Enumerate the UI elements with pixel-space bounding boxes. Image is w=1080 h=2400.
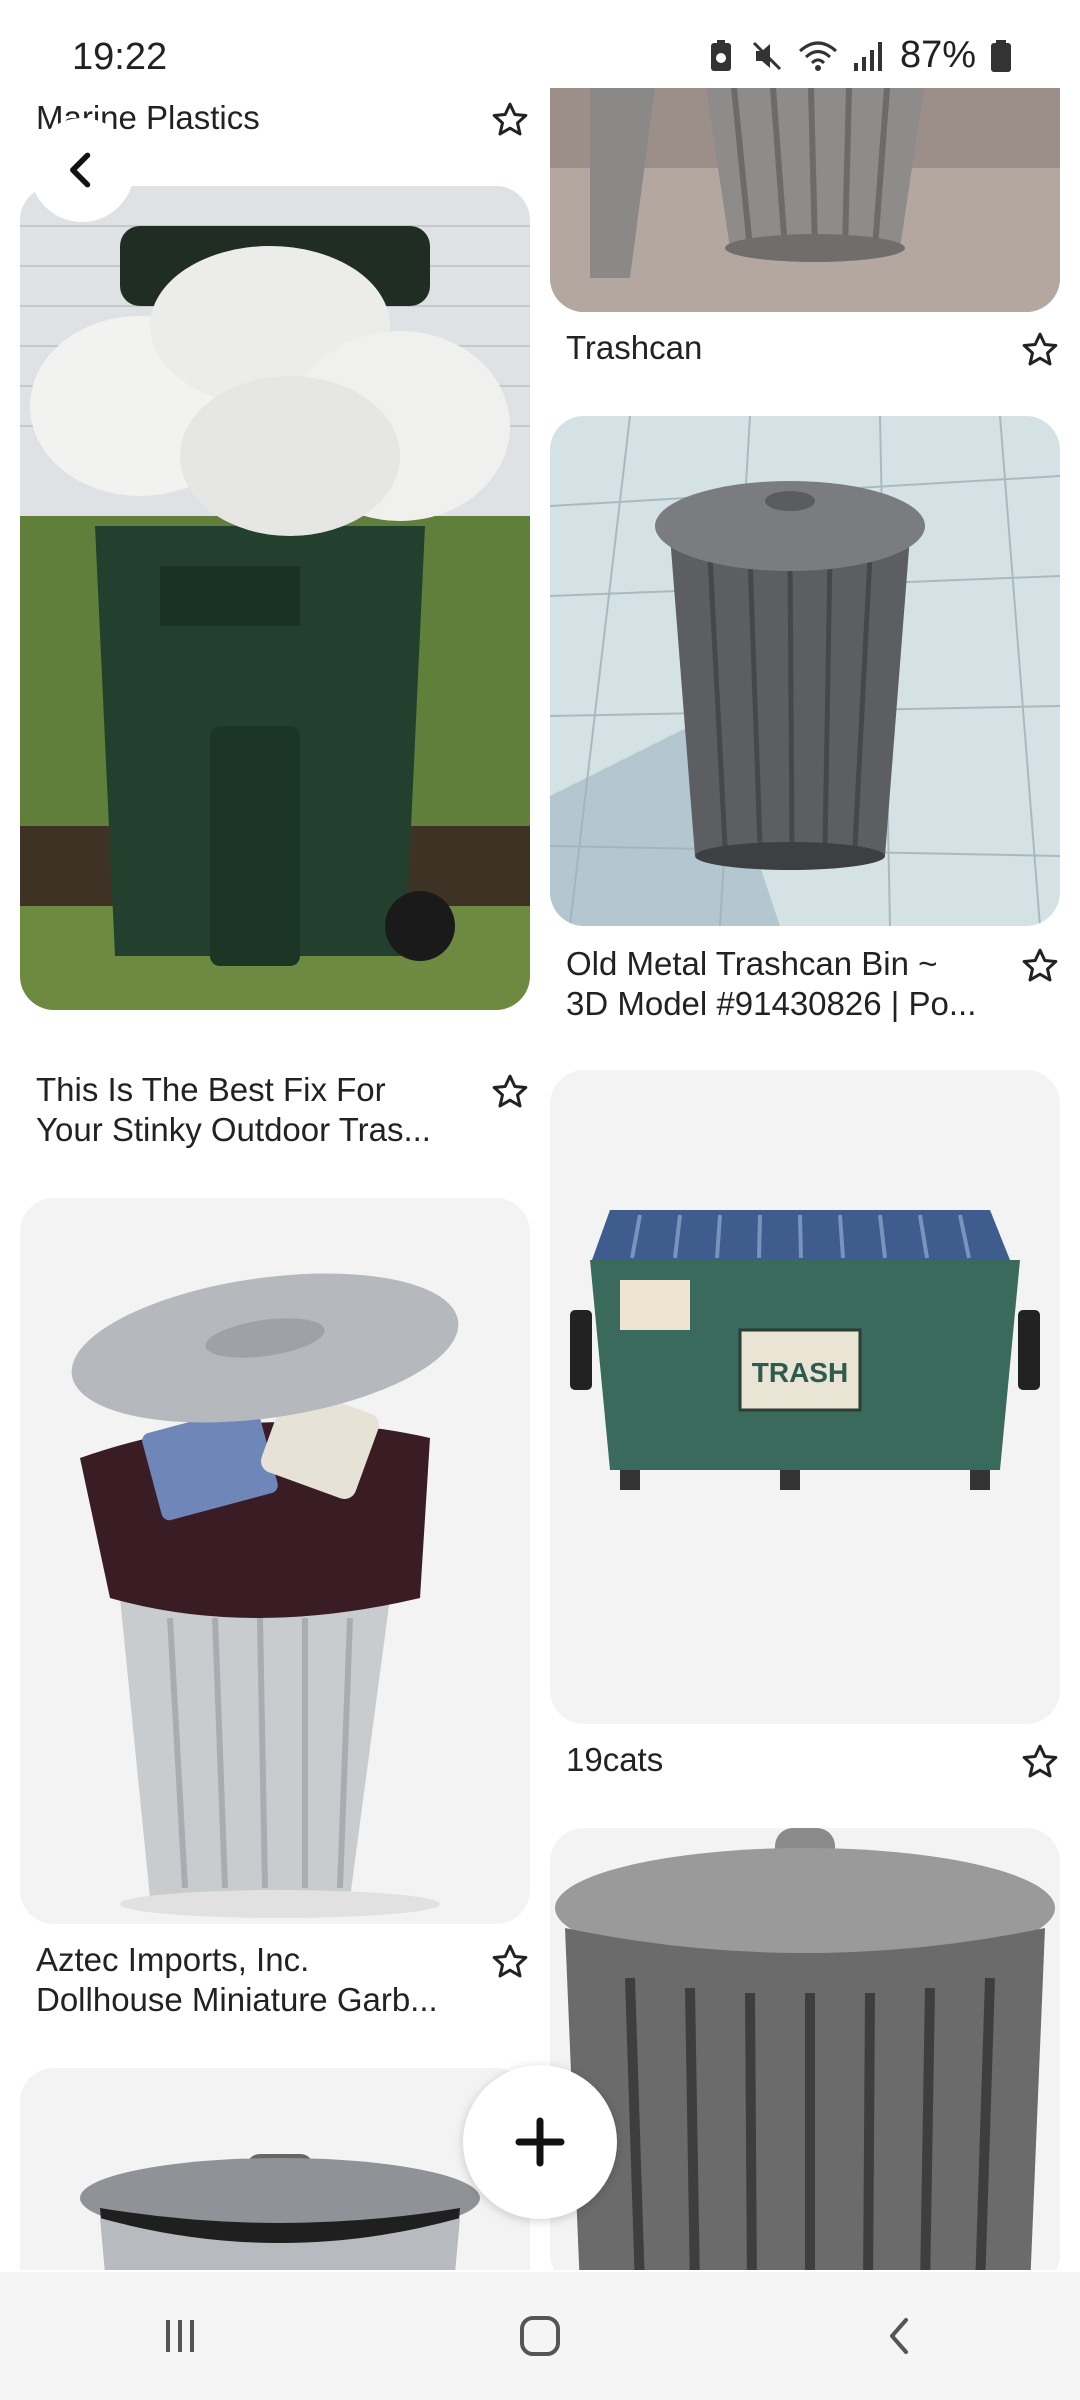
wheelie-bin-image: [20, 186, 530, 1010]
star-outline-icon[interactable]: [490, 100, 530, 140]
pin-title[interactable]: Aztec Imports, Inc.: [36, 1940, 456, 1980]
nav-recents-button[interactable]: [100, 2272, 260, 2400]
star-outline-icon[interactable]: [490, 1942, 530, 1982]
pin-image-trashcan[interactable]: [550, 88, 1060, 312]
star-outline-icon[interactable]: [1020, 330, 1060, 370]
back-icon: [890, 2318, 908, 2354]
wifi-icon: [798, 41, 837, 71]
pin-image-metal-trashcan[interactable]: [550, 416, 1060, 926]
pin-title[interactable]: Trashcan: [566, 328, 986, 368]
mute-icon: [752, 41, 781, 70]
dumpster-image: TRASH: [570, 1210, 1040, 1490]
trashcan-image: [550, 88, 1060, 312]
plus-icon: [515, 2117, 565, 2167]
star-outline-icon[interactable]: [1020, 946, 1060, 986]
pin-image-bw-metal-can[interactable]: [550, 1828, 1060, 2270]
battery-saver-icon: [710, 39, 731, 71]
pin-title-line2[interactable]: 3D Model #91430826 | Po...: [566, 984, 986, 1024]
system-nav-bar: [0, 2272, 1080, 2400]
miniature-trash-can-image: [71, 1273, 459, 1918]
status-bar: 19:22 87%: [0, 0, 1080, 88]
pin-image-miniature-trash-can[interactable]: [20, 1198, 530, 1924]
star-outline-icon[interactable]: [1020, 1742, 1060, 1782]
metal-trashcan-image: [550, 416, 1060, 926]
nav-back-button[interactable]: [820, 2272, 980, 2400]
back-button[interactable]: [30, 118, 134, 222]
galvanized-can-image: [80, 2154, 480, 2270]
signal-icon: [853, 41, 882, 71]
pin-title-line2[interactable]: Dollhouse Miniature Garb...: [36, 1980, 456, 2020]
bw-metal-can-image: [555, 1828, 1055, 2270]
pin-title[interactable]: This Is The Best Fix For: [36, 1070, 456, 1110]
status-icons: 87%: [706, 34, 1012, 77]
chevron-left-icon: [70, 152, 91, 188]
pin-image-dumpster[interactable]: TRASH: [550, 1070, 1060, 1724]
create-pin-button[interactable]: [463, 2065, 617, 2219]
pin-title[interactable]: 19cats: [566, 1740, 986, 1780]
battery-percent: 87%: [899, 34, 976, 76]
dumpster-label: TRASH: [752, 1357, 848, 1388]
battery-icon: [991, 39, 1011, 72]
pin-title-line2[interactable]: Your Stinky Outdoor Tras...: [36, 1110, 456, 1150]
star-outline-icon[interactable]: [490, 1072, 530, 1112]
nav-home-button[interactable]: [460, 2272, 620, 2400]
status-time: 19:22: [72, 36, 168, 78]
home-icon: [520, 2316, 560, 2356]
pin-title[interactable]: Old Metal Trashcan Bin ~: [566, 944, 986, 984]
pin-feed[interactable]: Marine Plastics This Is The Best Fix For…: [0, 88, 1080, 2270]
pin-image-galvanized-can[interactable]: [20, 2068, 530, 2270]
recents-icon: [166, 2320, 194, 2352]
pin-image-wheelie-bin[interactable]: [20, 186, 530, 1010]
